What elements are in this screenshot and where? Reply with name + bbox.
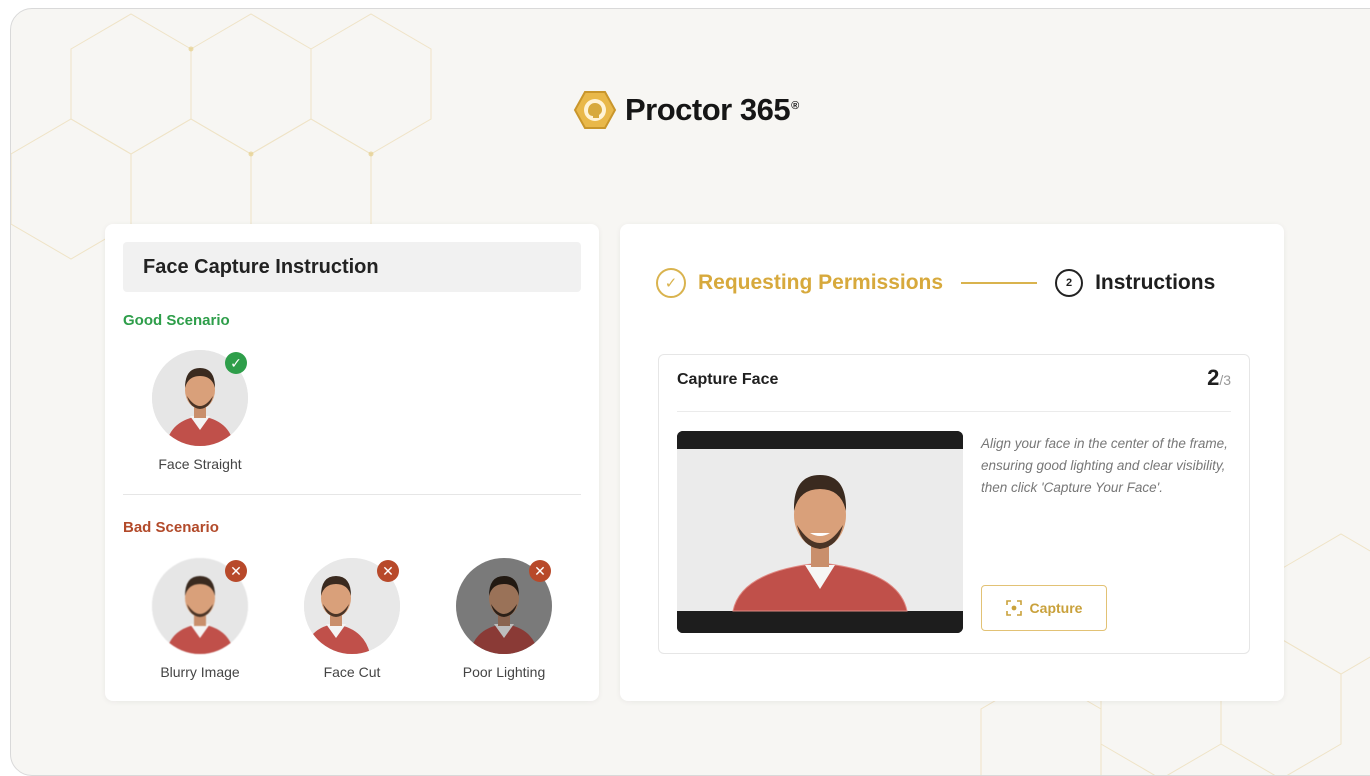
capture-button[interactable]: Capture	[981, 585, 1107, 631]
x-icon: ✕	[529, 560, 551, 582]
scenario-poor-lighting: ✕ Poor Lighting	[434, 558, 574, 680]
section-divider	[123, 494, 581, 495]
registered-mark: ®	[791, 99, 799, 112]
check-icon: ✓	[225, 352, 247, 374]
brand-logo: Proctor 365®	[573, 87, 799, 133]
scenario-caption: Poor Lighting	[462, 664, 546, 680]
step-requesting-permissions: Requesting Permissions	[698, 271, 944, 294]
check-circle-icon: ✓	[656, 268, 686, 298]
bad-scenario-label: Bad Scenario	[123, 519, 219, 536]
face-capture-instruction-card: Face Capture Instruction Good Scenario ✓…	[105, 224, 599, 701]
counter-total: /3	[1219, 372, 1231, 388]
x-icon: ✕	[225, 560, 247, 582]
scenario-blurry-image: ✕ Blurry Image	[130, 558, 270, 680]
capture-divider	[677, 411, 1231, 412]
brand-name-text: Proctor 365	[625, 92, 791, 127]
x-icon: ✕	[377, 560, 399, 582]
camera-feed-image	[677, 431, 963, 633]
scenario-caption: Face Cut	[323, 664, 381, 680]
capture-button-label: Capture	[1029, 600, 1083, 616]
scenario-caption: Face Straight	[158, 456, 242, 472]
step-connector	[961, 282, 1038, 284]
capture-face-panel: Capture Face 2/3 Align your face in the …	[658, 354, 1250, 654]
counter-current: 2	[1207, 365, 1220, 390]
camera-preview	[677, 431, 963, 633]
step-number: 2	[1055, 269, 1084, 297]
stepper: ✓ Requesting Permissions 2 Instructions	[656, 266, 1215, 300]
capture-title: Capture Face	[677, 371, 779, 388]
scenario-face-straight: ✓ Face Straight	[130, 350, 270, 472]
capture-instruction-text: Align your face in the center of the fra…	[981, 436, 1228, 495]
brain-hexagon-icon	[573, 91, 617, 129]
scenario-caption: Blurry Image	[160, 664, 240, 680]
scenario-face-cut: ✕ Face Cut	[282, 558, 422, 680]
step-instructions: Instructions	[1095, 271, 1216, 294]
capture-card: ✓ Requesting Permissions 2 Instructions …	[620, 224, 1284, 701]
instruction-title: Face Capture Instruction	[123, 242, 581, 292]
good-scenario-label: Good Scenario	[123, 312, 230, 329]
brand-name: Proctor 365®	[625, 92, 799, 128]
step-counter: 2/3	[1207, 365, 1231, 391]
focus-scan-icon	[1005, 600, 1022, 616]
